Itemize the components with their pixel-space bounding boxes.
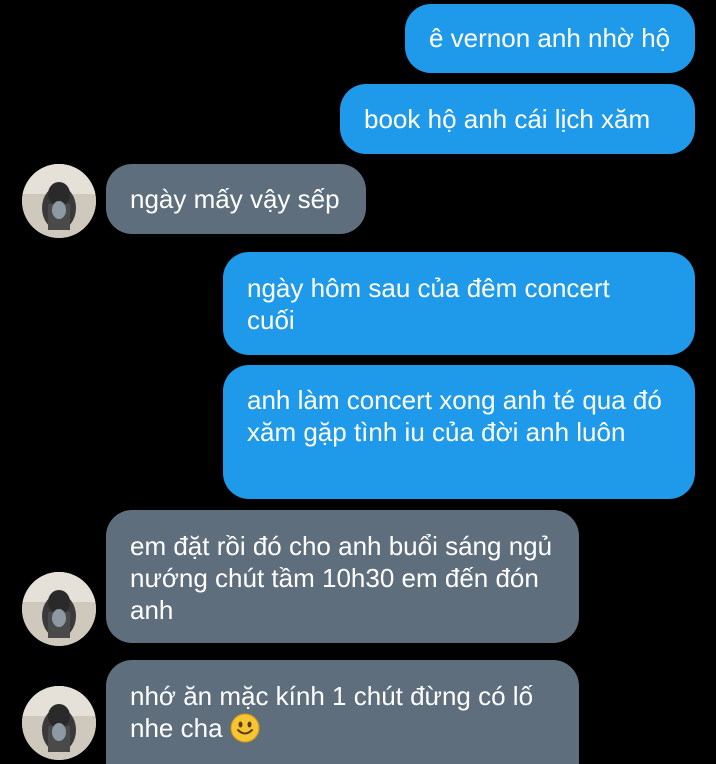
message-text: anh làm concert xong anh té qua đó xăm g…: [247, 385, 662, 447]
message-text: ngày mấy vậy sếp: [130, 184, 340, 214]
message-bubble-outgoing[interactable]: ngày hôm sau của đêm concert cuối: [223, 252, 695, 355]
message-text: nhớ ăn mặc kính 1 chút đừng có lố nhe ch…: [130, 681, 534, 743]
message-text: ê vernon anh nhờ hộ: [429, 23, 671, 53]
message-bubble-outgoing[interactable]: book hộ anh cái lịch xăm: [340, 84, 695, 154]
person-photo-icon: [22, 686, 96, 760]
contact-avatar[interactable]: [22, 164, 96, 238]
message-bubble-incoming[interactable]: nhớ ăn mặc kính 1 chút đừng có lố nhe ch…: [106, 660, 579, 764]
message-bubble-incoming[interactable]: ngày mấy vậy sếp: [106, 164, 366, 234]
person-photo-icon: [22, 572, 96, 646]
message-bubble-outgoing[interactable]: ê vernon anh nhờ hộ: [405, 4, 695, 73]
message-bubble-outgoing[interactable]: anh làm concert xong anh té qua đó xăm g…: [223, 365, 695, 499]
contact-avatar[interactable]: [22, 686, 96, 760]
contact-avatar[interactable]: [22, 572, 96, 646]
smiling-face-emoji-icon: [230, 713, 260, 743]
message-text: book hộ anh cái lịch xăm: [364, 104, 651, 134]
message-text: em đặt rồi đó cho anh buổi sáng ngủ nướn…: [130, 531, 553, 625]
message-text: ngày hôm sau của đêm concert cuối: [247, 273, 610, 335]
person-photo-icon: [22, 164, 96, 238]
message-bubble-incoming[interactable]: em đặt rồi đó cho anh buổi sáng ngủ nướn…: [106, 510, 579, 643]
